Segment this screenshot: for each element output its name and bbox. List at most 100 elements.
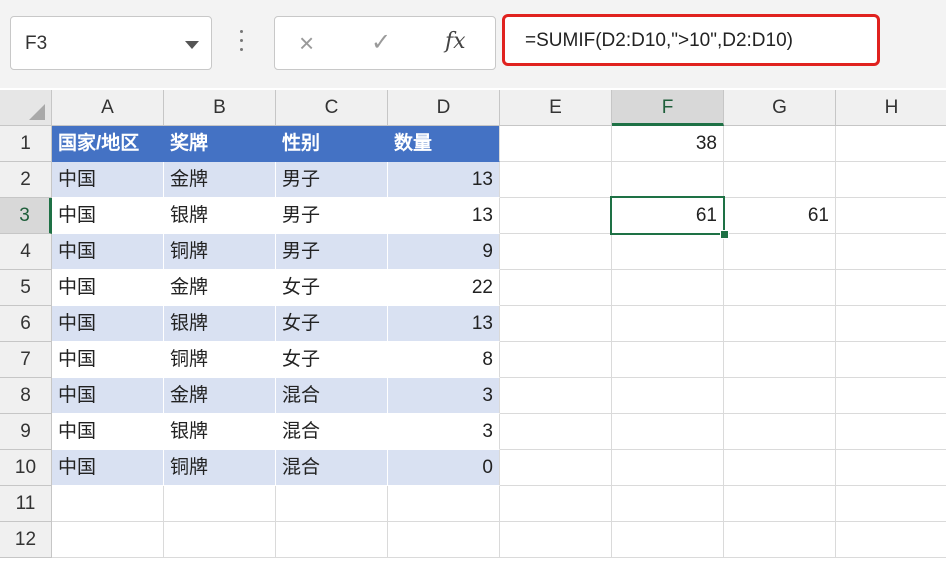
- row-header-9[interactable]: 9: [0, 414, 52, 450]
- cell-a12[interactable]: [52, 522, 164, 558]
- cell-f6[interactable]: [612, 306, 724, 342]
- formula-input[interactable]: =SUMIF(D2:D10,">10",D2:D10): [502, 14, 880, 66]
- cell-h7[interactable]: [836, 342, 946, 378]
- cell-h3[interactable]: [836, 198, 946, 234]
- row-header-10[interactable]: 10: [0, 450, 52, 486]
- table-cell[interactable]: 混合: [276, 414, 388, 450]
- cell-a11[interactable]: [52, 486, 164, 522]
- cell-g7[interactable]: [724, 342, 836, 378]
- cell-d11[interactable]: [388, 486, 500, 522]
- cell-g9[interactable]: [724, 414, 836, 450]
- cell-h2[interactable]: [836, 162, 946, 198]
- name-box[interactable]: F3: [10, 16, 212, 70]
- cell-e7[interactable]: [500, 342, 612, 378]
- cell-h6[interactable]: [836, 306, 946, 342]
- table-cell[interactable]: 13: [388, 306, 500, 342]
- table-cell[interactable]: 女子: [276, 306, 388, 342]
- table-cell[interactable]: 3: [388, 378, 500, 414]
- column-header-d[interactable]: D: [388, 90, 500, 126]
- cell-g5[interactable]: [724, 270, 836, 306]
- cell-f5[interactable]: [612, 270, 724, 306]
- table-cell[interactable]: 中国: [52, 162, 164, 198]
- cell-g1[interactable]: [724, 126, 836, 162]
- fill-handle[interactable]: [720, 230, 729, 239]
- row-header-7[interactable]: 7: [0, 342, 52, 378]
- cell-value-g3[interactable]: 61: [724, 198, 836, 234]
- cell-e2[interactable]: [500, 162, 612, 198]
- table-cell[interactable]: 22: [388, 270, 500, 306]
- cell-h1[interactable]: [836, 126, 946, 162]
- cell-g12[interactable]: [724, 522, 836, 558]
- cell-f9[interactable]: [612, 414, 724, 450]
- cell-g2[interactable]: [724, 162, 836, 198]
- cell-e5[interactable]: [500, 270, 612, 306]
- cell-b11[interactable]: [164, 486, 276, 522]
- cell-e1[interactable]: [500, 126, 612, 162]
- cell-c11[interactable]: [276, 486, 388, 522]
- cancel-icon[interactable]: ×: [299, 30, 314, 56]
- table-cell[interactable]: 13: [388, 198, 500, 234]
- table-cell[interactable]: 0: [388, 450, 500, 486]
- table-cell[interactable]: 女子: [276, 342, 388, 378]
- table-cell[interactable]: 男子: [276, 198, 388, 234]
- cell-e10[interactable]: [500, 450, 612, 486]
- cell-e11[interactable]: [500, 486, 612, 522]
- table-cell[interactable]: 中国: [52, 450, 164, 486]
- column-header-b[interactable]: B: [164, 90, 276, 126]
- cell-g11[interactable]: [724, 486, 836, 522]
- table-cell[interactable]: 中国: [52, 378, 164, 414]
- table-cell[interactable]: 银牌: [164, 306, 276, 342]
- column-header-h[interactable]: H: [836, 90, 946, 126]
- table-cell[interactable]: 男子: [276, 234, 388, 270]
- cell-f12[interactable]: [612, 522, 724, 558]
- table-cell[interactable]: 中国: [52, 414, 164, 450]
- table-cell[interactable]: 银牌: [164, 198, 276, 234]
- cell-g6[interactable]: [724, 306, 836, 342]
- column-header-f[interactable]: F: [612, 90, 724, 126]
- cell-g8[interactable]: [724, 378, 836, 414]
- cell-f4[interactable]: [612, 234, 724, 270]
- column-header-e[interactable]: E: [500, 90, 612, 126]
- table-cell[interactable]: 3: [388, 414, 500, 450]
- cell-h10[interactable]: [836, 450, 946, 486]
- row-header-8[interactable]: 8: [0, 378, 52, 414]
- table-cell[interactable]: 金牌: [164, 162, 276, 198]
- table-cell[interactable]: 铜牌: [164, 450, 276, 486]
- table-header-cell[interactable]: 国家/地区: [52, 126, 164, 162]
- table-cell[interactable]: 9: [388, 234, 500, 270]
- table-cell[interactable]: 中国: [52, 306, 164, 342]
- table-cell[interactable]: 金牌: [164, 270, 276, 306]
- row-header-6[interactable]: 6: [0, 306, 52, 342]
- row-header-12[interactable]: 12: [0, 522, 52, 558]
- table-cell[interactable]: 8: [388, 342, 500, 378]
- column-header-c[interactable]: C: [276, 90, 388, 126]
- row-header-2[interactable]: 2: [0, 162, 52, 198]
- cell-h4[interactable]: [836, 234, 946, 270]
- table-cell[interactable]: 铜牌: [164, 342, 276, 378]
- cell-h11[interactable]: [836, 486, 946, 522]
- insert-function-icon[interactable]: fx: [445, 29, 466, 54]
- enter-icon[interactable]: ✓: [371, 31, 391, 55]
- cell-f11[interactable]: [612, 486, 724, 522]
- column-header-a[interactable]: A: [52, 90, 164, 126]
- cell-g10[interactable]: [724, 450, 836, 486]
- cell-f10[interactable]: [612, 450, 724, 486]
- cell-g4[interactable]: [724, 234, 836, 270]
- table-header-cell[interactable]: 性别: [276, 126, 388, 162]
- table-header-cell[interactable]: 奖牌: [164, 126, 276, 162]
- row-header-1[interactable]: 1: [0, 126, 52, 162]
- select-all-button[interactable]: [0, 90, 52, 126]
- cell-value-f3[interactable]: 61: [612, 198, 724, 234]
- table-header-cell[interactable]: 数量: [388, 126, 500, 162]
- row-header-5[interactable]: 5: [0, 270, 52, 306]
- cell-h9[interactable]: [836, 414, 946, 450]
- cell-e8[interactable]: [500, 378, 612, 414]
- cell-h8[interactable]: [836, 378, 946, 414]
- cell-c12[interactable]: [276, 522, 388, 558]
- cell-e6[interactable]: [500, 306, 612, 342]
- cell-e12[interactable]: [500, 522, 612, 558]
- cell-value-f1[interactable]: 38: [612, 126, 724, 162]
- row-header-4[interactable]: 4: [0, 234, 52, 270]
- table-cell[interactable]: 13: [388, 162, 500, 198]
- cell-f2[interactable]: [612, 162, 724, 198]
